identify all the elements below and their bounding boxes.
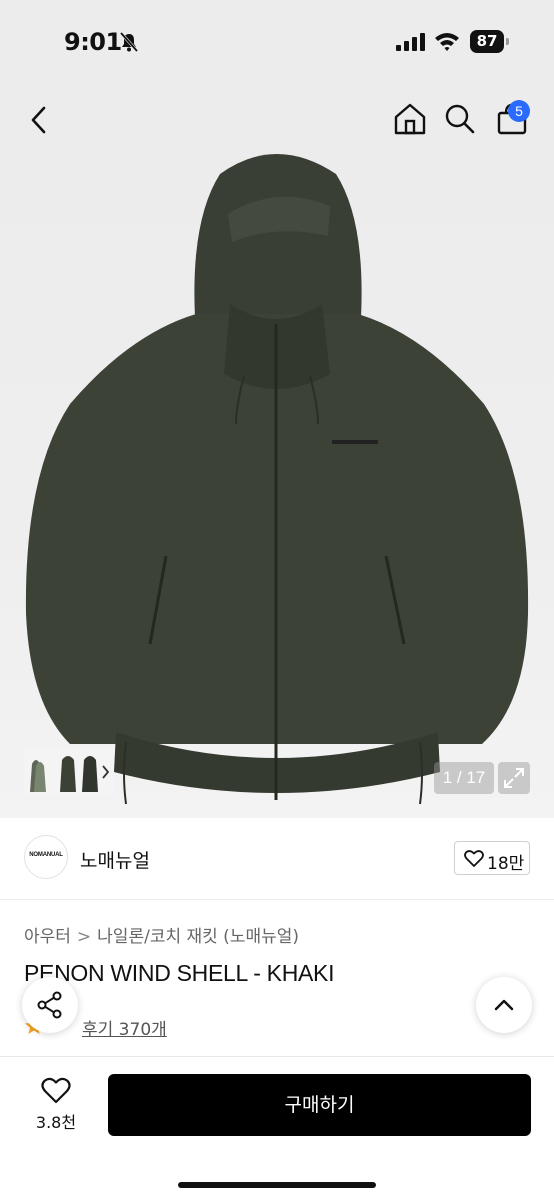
brand-logo-text: NOMANUAL [29, 852, 63, 858]
status-bar: 9:01 87 [0, 0, 554, 84]
review-link[interactable]: 후기 370개 [82, 1015, 167, 1040]
home-indicator [178, 1182, 376, 1188]
battery-tip [506, 38, 509, 45]
product-image-gallery[interactable]: 5 1 / 17 [0, 84, 554, 818]
back-icon[interactable] [24, 100, 56, 140]
bell-muted-icon [119, 32, 139, 52]
heart-icon [464, 850, 484, 867]
thumbnail-strip[interactable] [24, 748, 114, 796]
heart-icon [41, 1077, 71, 1104]
image-counter: 1 / 17 [434, 762, 494, 794]
status-time: 9:01 [64, 28, 122, 56]
buy-button[interactable]: 구매하기 [108, 1074, 531, 1136]
wishlist-button[interactable]: 3.8천 [24, 1075, 88, 1139]
product-title: PENON WIND SHELL - KHAKI [24, 960, 335, 986]
brand-row[interactable]: NOMANUAL 노매뉴얼 18만 [0, 818, 554, 900]
search-icon[interactable] [444, 103, 476, 135]
brand-logo[interactable]: NOMANUAL [24, 835, 68, 879]
breadcrumb: 아우터 > 나일론/코치 재킷 (노매뉴얼) [24, 922, 299, 947]
cellular-signal-icon [396, 33, 425, 51]
brand-like-count: 18만 [487, 854, 525, 874]
wifi-icon [435, 33, 459, 51]
brand-name[interactable]: 노매뉴얼 [80, 846, 150, 873]
breadcrumb-item-category[interactable]: 나일론/코치 재킷 (노매뉴얼) [97, 927, 299, 947]
battery-indicator: 87 [470, 30, 510, 53]
share-button[interactable] [22, 977, 78, 1033]
breadcrumb-separator: > [76, 927, 92, 947]
expand-icon [504, 768, 524, 788]
brand-like-button[interactable]: 18만 [454, 841, 530, 875]
jacket-photo [25, 154, 529, 805]
cart-count-badge: 5 [508, 100, 530, 122]
home-icon[interactable] [392, 101, 428, 137]
wishlist-count: 3.8천 [35, 1113, 77, 1132]
battery-level: 87 [470, 30, 504, 53]
chevron-up-icon [494, 999, 514, 1011]
scroll-top-button[interactable] [476, 977, 532, 1033]
share-icon [37, 991, 62, 1019]
bottom-action-bar: 3.8천 구매하기 [0, 1056, 554, 1200]
breadcrumb-item-outerwear[interactable]: 아우터 [24, 927, 71, 947]
expand-button[interactable] [498, 762, 530, 794]
